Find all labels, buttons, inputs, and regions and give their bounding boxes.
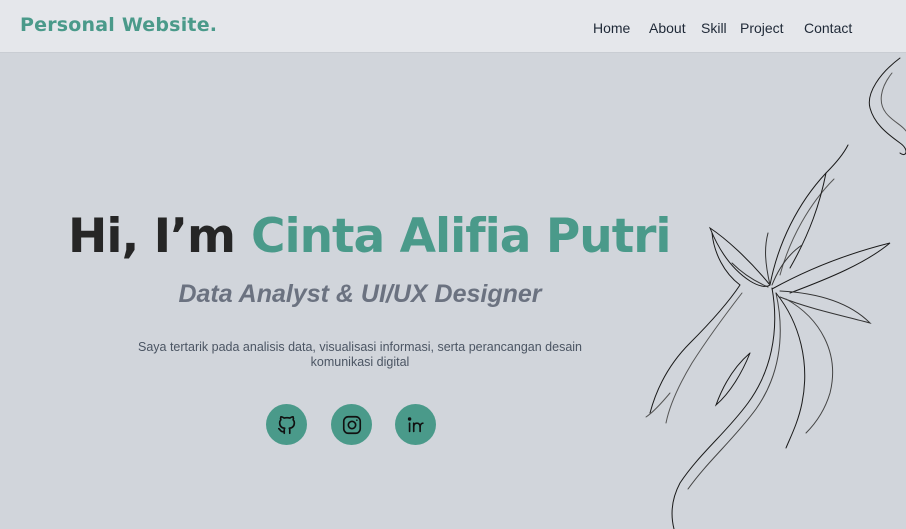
- nav-item-contact[interactable]: Contact: [804, 20, 852, 36]
- brand-logo[interactable]: Personal Website.: [20, 14, 217, 36]
- nav-item-about[interactable]: About: [649, 20, 686, 36]
- hero-subtitle: Data Analyst & UI/UX Designer: [178, 280, 542, 308]
- hero-name: Cinta Alifia Putri: [250, 209, 672, 264]
- linkedin-button[interactable]: [395, 404, 436, 445]
- navbar: Personal Website. Home About Skill Proje…: [0, 0, 906, 53]
- github-icon: [277, 415, 295, 434]
- nav-item-project[interactable]: Project: [740, 20, 784, 36]
- hero-description: Saya tertarik pada analisis data, visual…: [138, 340, 582, 369]
- hero-title: Hi, I’m Cinta Alifia Putri: [68, 205, 671, 269]
- nav-item-skill[interactable]: Skill: [701, 20, 727, 36]
- github-button[interactable]: [266, 404, 307, 445]
- instagram-button[interactable]: [331, 404, 372, 445]
- page: Personal Website. Home About Skill Proje…: [0, 0, 906, 529]
- nav-item-home[interactable]: Home: [593, 20, 630, 36]
- hero-greeting: Hi, I’m: [68, 209, 236, 264]
- linkedin-icon: [407, 416, 424, 432]
- instagram-icon: [342, 415, 361, 434]
